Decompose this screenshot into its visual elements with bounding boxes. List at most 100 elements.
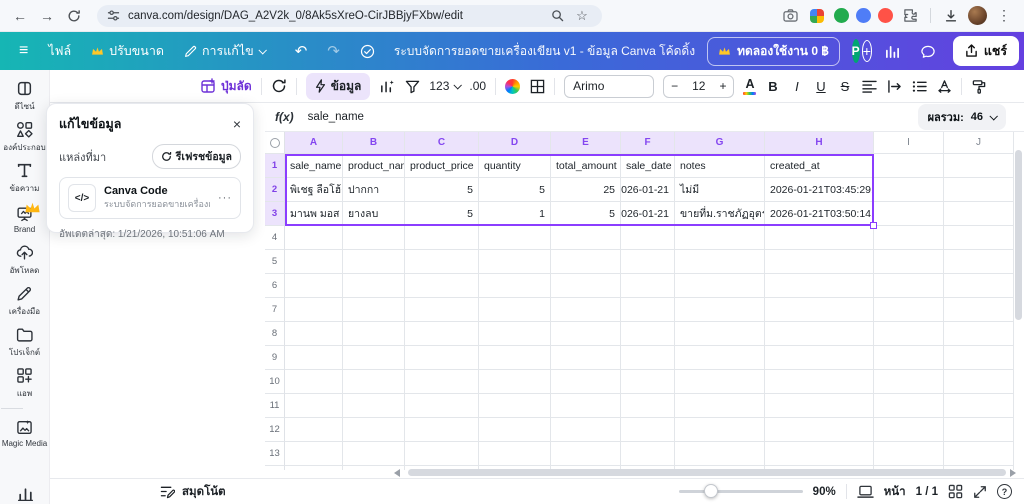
cell-G6[interactable] <box>675 274 765 298</box>
photos-extension-icon[interactable] <box>807 6 827 26</box>
cell-J5[interactable] <box>944 250 1014 274</box>
row-number-11[interactable]: 11 <box>265 394 285 418</box>
zoom-slider[interactable] <box>679 490 803 493</box>
cell-E4[interactable] <box>551 226 621 250</box>
formula-value[interactable]: sale_name <box>308 111 364 123</box>
zoom-slider-thumb[interactable] <box>704 484 718 498</box>
column-header-H[interactable]: H <box>765 132 874 154</box>
cell-A11[interactable] <box>285 394 343 418</box>
cell-C3[interactable]: 5 <box>405 202 479 226</box>
screenshot-extension-icon[interactable] <box>780 6 800 26</box>
cell-B8[interactable] <box>343 322 405 346</box>
row-number-13[interactable]: 13 <box>265 442 285 466</box>
cell-D12[interactable] <box>479 418 551 442</box>
cell-E3[interactable]: 5 <box>551 202 621 226</box>
cell-C5[interactable] <box>405 250 479 274</box>
cell-A5[interactable] <box>285 250 343 274</box>
hscroll-left-arrow[interactable] <box>394 469 400 477</box>
cell-A4[interactable] <box>285 226 343 250</box>
cell-D8[interactable] <box>479 322 551 346</box>
cell-A12[interactable] <box>285 418 343 442</box>
align-left-icon[interactable] <box>861 78 877 94</box>
fullscreen-icon[interactable] <box>973 485 987 499</box>
cell-J12[interactable] <box>944 418 1014 442</box>
cell-J7[interactable] <box>944 298 1014 322</box>
cell-B4[interactable] <box>343 226 405 250</box>
cell-B11[interactable] <box>343 394 405 418</box>
row-number-2[interactable]: 2 <box>265 178 285 202</box>
cell-F12[interactable] <box>621 418 675 442</box>
cell-B10[interactable] <box>343 370 405 394</box>
sidebar-item-tools[interactable]: เครื่องมือ <box>1 281 49 322</box>
cell-I11[interactable] <box>874 394 944 418</box>
cell-I2[interactable] <box>874 178 944 202</box>
row-number-14[interactable] <box>265 466 285 470</box>
cell-B7[interactable] <box>343 298 405 322</box>
site-settings-icon[interactable] <box>107 9 120 22</box>
cell-A6[interactable] <box>285 274 343 298</box>
comments-icon[interactable] <box>913 40 943 63</box>
cell-I4[interactable] <box>874 226 944 250</box>
select-all-cell[interactable] <box>265 132 285 154</box>
cell-A13[interactable] <box>285 442 343 466</box>
file-menu[interactable]: ไฟล์ <box>41 37 78 65</box>
row-number-9[interactable]: 9 <box>265 346 285 370</box>
cell-J2[interactable] <box>944 178 1014 202</box>
cell-H6[interactable] <box>765 274 874 298</box>
filter-icon[interactable] <box>404 78 420 94</box>
row-number-10[interactable]: 10 <box>265 370 285 394</box>
extension-blue-icon[interactable] <box>856 8 871 23</box>
notebook-button[interactable]: สมุดโน้ต <box>160 483 226 501</box>
cell-A2[interactable]: พิเชฐ ลือโฮ้ง <box>285 178 343 202</box>
browser-profile-avatar[interactable] <box>968 6 987 25</box>
cell-F5[interactable] <box>621 250 675 274</box>
cell-I6[interactable] <box>874 274 944 298</box>
cell-D10[interactable] <box>479 370 551 394</box>
decimal-button[interactable]: .00 <box>469 79 486 93</box>
cell-D7[interactable] <box>479 298 551 322</box>
browser-menu-icon[interactable]: ⋮ <box>994 6 1014 26</box>
cell-E6[interactable] <box>551 274 621 298</box>
column-header-I[interactable]: I <box>874 132 944 154</box>
redo-icon[interactable]: ↷ <box>320 38 347 64</box>
column-header-J[interactable]: J <box>944 132 1014 154</box>
cell-G4[interactable] <box>675 226 765 250</box>
cell-G7[interactable] <box>675 298 765 322</box>
cell-A9[interactable] <box>285 346 343 370</box>
row-number-5[interactable]: 5 <box>265 250 285 274</box>
letter-spacing-icon[interactable] <box>936 78 952 94</box>
cell-B9[interactable] <box>343 346 405 370</box>
forward-icon[interactable]: → <box>37 6 57 26</box>
refresh-data-button[interactable]: รีเฟรชข้อมูล <box>152 144 241 169</box>
add-member-button[interactable]: + <box>862 40 872 62</box>
cell-J4[interactable] <box>944 226 1014 250</box>
cell-H7[interactable] <box>765 298 874 322</box>
cell-A3[interactable]: มานพ มอส <box>285 202 343 226</box>
cell-G9[interactable] <box>675 346 765 370</box>
cell-F1[interactable]: sale_date <box>621 154 675 178</box>
cell-D5[interactable] <box>479 250 551 274</box>
cell-J8[interactable] <box>944 322 1014 346</box>
cell-C13[interactable] <box>405 442 479 466</box>
cell-B6[interactable] <box>343 274 405 298</box>
sidebar-item-magic-media[interactable]: Magic Media <box>1 413 49 454</box>
cell-B5[interactable] <box>343 250 405 274</box>
sidebar-item-projects[interactable]: โปรเจ็กต์ <box>1 322 49 363</box>
cell-H4[interactable] <box>765 226 874 250</box>
cell-H9[interactable] <box>765 346 874 370</box>
font-selector[interactable]: Arimo <box>564 75 654 98</box>
back-icon[interactable]: ← <box>10 6 30 26</box>
cell-D1[interactable]: quantity <box>479 154 551 178</box>
sidebar-item-brand[interactable]: Brand <box>1 199 49 240</box>
cell-C12[interactable] <box>405 418 479 442</box>
sidebar-item-text[interactable]: ข้อความ <box>1 158 49 199</box>
column-header-D[interactable]: D <box>479 132 551 154</box>
cell-H1[interactable]: created_at <box>765 154 874 178</box>
cell-F4[interactable] <box>621 226 675 250</box>
undo-icon[interactable]: ↶ <box>288 38 315 64</box>
cell-D4[interactable] <box>479 226 551 250</box>
cell-E7[interactable] <box>551 298 621 322</box>
row-number-3[interactable]: 3 <box>265 202 285 226</box>
cell-F3[interactable]: 2026-01-21 <box>621 202 675 226</box>
cell-E10[interactable] <box>551 370 621 394</box>
